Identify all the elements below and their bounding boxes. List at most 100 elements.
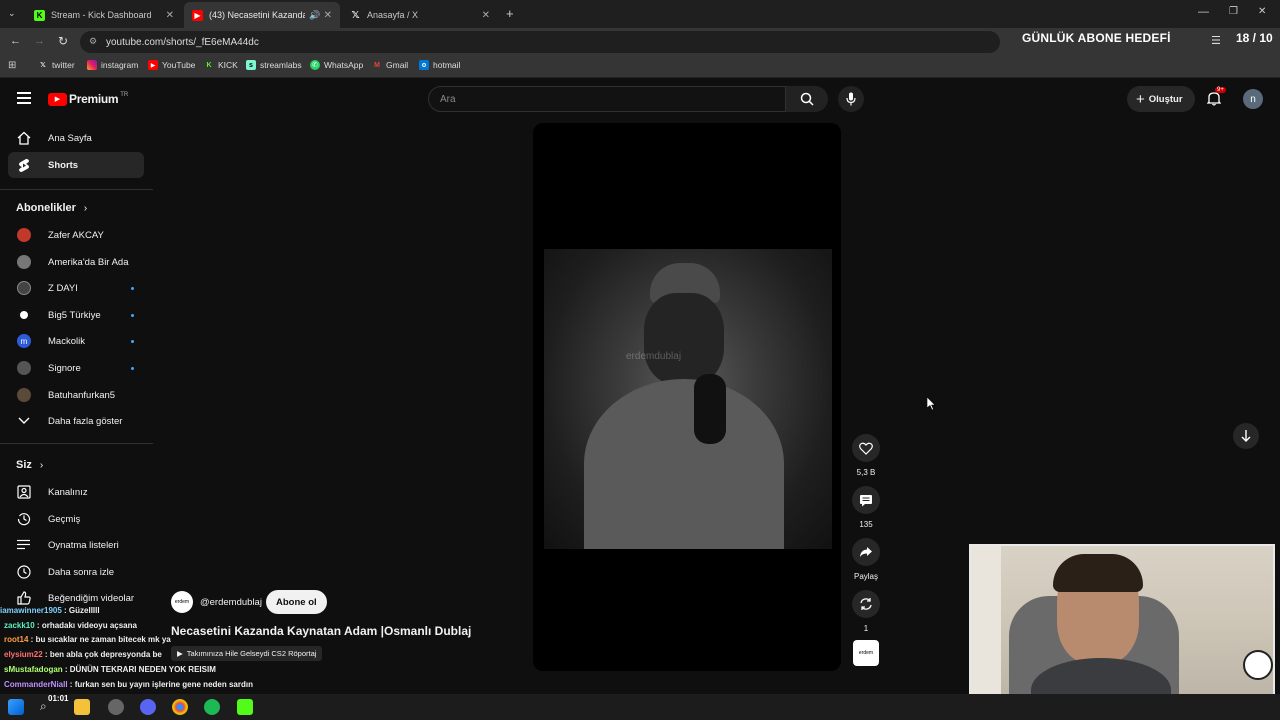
remix-button[interactable] bbox=[852, 590, 880, 618]
sidebar-item-sub[interactable]: Amerika'da Bir Ada bbox=[8, 249, 144, 275]
show-more-button[interactable]: Daha fazla göster bbox=[8, 408, 144, 434]
sidebar-item-sub[interactable]: Signore bbox=[8, 355, 144, 381]
sidebar-item-watch-later[interactable]: Daha sonra izle bbox=[8, 559, 144, 585]
forward-icon[interactable]: → bbox=[34, 35, 45, 47]
spotify-icon[interactable] bbox=[204, 699, 220, 715]
bookmark-hotmail[interactable]: o hotmail bbox=[419, 60, 460, 70]
goal-label: GÜNLÜK ABONE HEDEFİ bbox=[1022, 31, 1171, 45]
whatsapp-icon: ✆ bbox=[310, 60, 320, 70]
bookmark-gmail[interactable]: M Gmail bbox=[372, 60, 408, 70]
menu-icon[interactable] bbox=[17, 92, 31, 104]
minimize-icon[interactable]: — bbox=[1198, 6, 1209, 18]
search-input[interactable]: Ara bbox=[428, 86, 786, 112]
restore-icon[interactable]: ❐ bbox=[1229, 6, 1238, 17]
start-icon[interactable] bbox=[8, 699, 24, 715]
discord-icon[interactable] bbox=[140, 699, 156, 715]
short-video[interactable]: erdemdublaj bbox=[544, 249, 832, 549]
bookmark-instagram[interactable]: instagram bbox=[87, 60, 138, 70]
sidebar-item-label: Batuhanfurkan5 bbox=[48, 389, 116, 401]
chat-message: zackk10 : orhadakı videoyu açsana bbox=[4, 621, 137, 630]
sidebar-item-label: Big5 Türkiye bbox=[48, 309, 101, 321]
voice-search-button[interactable] bbox=[838, 86, 864, 112]
subscriptions-header[interactable]: Abonelikler › bbox=[16, 202, 87, 214]
sidebar-item-shorts[interactable]: Shorts bbox=[8, 152, 144, 178]
bell-icon bbox=[1206, 92, 1222, 106]
chat-message: elysium22 : ben abla çok depresyonda be bbox=[4, 650, 162, 659]
comments-button[interactable] bbox=[852, 486, 880, 514]
arrow-down-icon bbox=[1241, 430, 1251, 442]
close-tab-icon[interactable]: ✕ bbox=[482, 10, 490, 21]
subscribe-button[interactable]: Abone ol bbox=[266, 590, 327, 614]
youtube-premium-logo[interactable]: ▶ Premium TR bbox=[48, 92, 128, 106]
outlook-icon: o bbox=[419, 60, 429, 70]
like-button[interactable] bbox=[852, 434, 880, 462]
chrome-icon[interactable] bbox=[172, 699, 188, 715]
bookmark-twitter[interactable]: 𝕏twitter bbox=[38, 60, 75, 70]
notifications-button[interactable]: 9+ bbox=[1206, 87, 1226, 111]
bookmark-kick[interactable]: K KICK bbox=[204, 60, 237, 70]
channel-icon bbox=[16, 484, 32, 500]
body-shape bbox=[584, 379, 784, 549]
share-button[interactable] bbox=[852, 538, 880, 566]
back-icon[interactable]: ← bbox=[10, 35, 21, 47]
channel-avatar[interactable]: erdem bbox=[171, 591, 193, 613]
related-video-chip[interactable]: ▶ Takımınıza Hile Gelseydi CS2 Röportaj bbox=[171, 646, 323, 661]
audio-icon[interactable]: 🔊 bbox=[309, 10, 320, 21]
sidebar-item-sub[interactable]: m Mackolik bbox=[8, 328, 144, 354]
sidebar-divider bbox=[0, 189, 153, 190]
close-window-icon[interactable]: ✕ bbox=[1258, 6, 1266, 17]
sidebar-item-sub[interactable]: Z DAYI bbox=[8, 275, 144, 301]
reload-icon[interactable]: ↻ bbox=[58, 34, 68, 48]
share-icon bbox=[860, 547, 872, 557]
obs-icon[interactable] bbox=[108, 699, 124, 715]
kick-app-icon[interactable] bbox=[237, 699, 253, 715]
apps-icon[interactable]: ⊞ bbox=[8, 60, 16, 71]
tab-x-home[interactable]: 𝕏 Anasayfa / X ✕ bbox=[342, 4, 498, 26]
short-title[interactable]: Necasetini Kazanda Kaynatan Adam |Osmanl… bbox=[171, 624, 471, 638]
tab-kick-dashboard[interactable]: K Stream - Kick Dashboard ✕ bbox=[26, 4, 182, 26]
heart-icon bbox=[859, 442, 873, 455]
sidebar-item-sub[interactable]: Batuhanfurkan5 bbox=[8, 382, 144, 408]
microphone-shape bbox=[694, 374, 726, 444]
bookmark-youtube[interactable]: ▶ YouTube bbox=[148, 60, 195, 70]
account-avatar[interactable]: n bbox=[1243, 89, 1263, 109]
tab-title: Stream - Kick Dashboard bbox=[51, 10, 152, 20]
youtube-header: ▶ Premium TR Ara + Oluştur 9+ n bbox=[0, 78, 1280, 120]
new-tab-icon[interactable]: + bbox=[506, 6, 514, 21]
url-input[interactable]: ⚙ youtube.com/shorts/_fE6eMA44dc bbox=[80, 31, 1000, 53]
sidebar-item-sub[interactable]: Zafer AKCAY bbox=[8, 222, 144, 248]
you-header[interactable]: Siz › bbox=[16, 459, 43, 471]
site-info-icon[interactable]: ⚙ bbox=[89, 36, 97, 47]
close-tab-icon[interactable]: ✕ bbox=[166, 10, 174, 21]
bookmark-whatsapp[interactable]: ✆ WhatsApp bbox=[310, 60, 363, 70]
share-label: Paylaş bbox=[853, 572, 878, 581]
remix-count: 1 bbox=[863, 624, 869, 633]
sidebar-item-channel[interactable]: Kanalınız bbox=[8, 479, 144, 505]
audio-source-thumbnail[interactable]: erdem bbox=[853, 640, 879, 666]
webcam-overlay bbox=[969, 544, 1275, 716]
video-watermark: erdemdublaj bbox=[626, 351, 682, 362]
bookmark-label: WhatsApp bbox=[324, 60, 364, 70]
youtube-icon: ▶ bbox=[148, 60, 158, 70]
create-button[interactable]: + Oluştur bbox=[1127, 86, 1195, 112]
tab-search-icon[interactable]: ⌄ bbox=[8, 8, 16, 19]
next-short-button[interactable] bbox=[1233, 423, 1259, 449]
bookmark-label: streamlabs bbox=[260, 60, 302, 70]
chat-message: sMustafadogan : DÜNÜN TEKRARI NEDEN YOK … bbox=[4, 665, 216, 674]
like-count: 5,3 B bbox=[856, 468, 876, 477]
sidebar-item-label: Shorts bbox=[48, 159, 79, 171]
sidebar-item-label: Geçmiş bbox=[48, 513, 81, 525]
close-tab-icon[interactable]: ✕ bbox=[324, 10, 332, 21]
channel-handle[interactable]: @erdemdublaj bbox=[200, 597, 262, 608]
sidebar-item-history[interactable]: Geçmiş bbox=[8, 506, 144, 532]
sidebar-item-playlists[interactable]: Oynatma listeleri bbox=[8, 532, 144, 558]
search-button[interactable] bbox=[786, 86, 828, 112]
sidebar-item-label: Daha sonra izle bbox=[48, 566, 115, 578]
bookmark-streamlabs[interactable]: s streamlabs bbox=[246, 60, 302, 70]
x-icon: 𝕏 bbox=[40, 62, 46, 69]
tab-youtube-short[interactable]: ▶ (43) Necasetini Kazanda Ka 🔊 ✕ bbox=[184, 2, 340, 28]
sidebar-item-sub[interactable]: Big5 Türkiye bbox=[8, 302, 144, 328]
sidebar-item-home[interactable]: Ana Sayfa bbox=[8, 125, 144, 151]
file-explorer-icon[interactable] bbox=[74, 699, 90, 715]
media-controls-icon[interactable]: ☰ bbox=[1211, 34, 1221, 47]
